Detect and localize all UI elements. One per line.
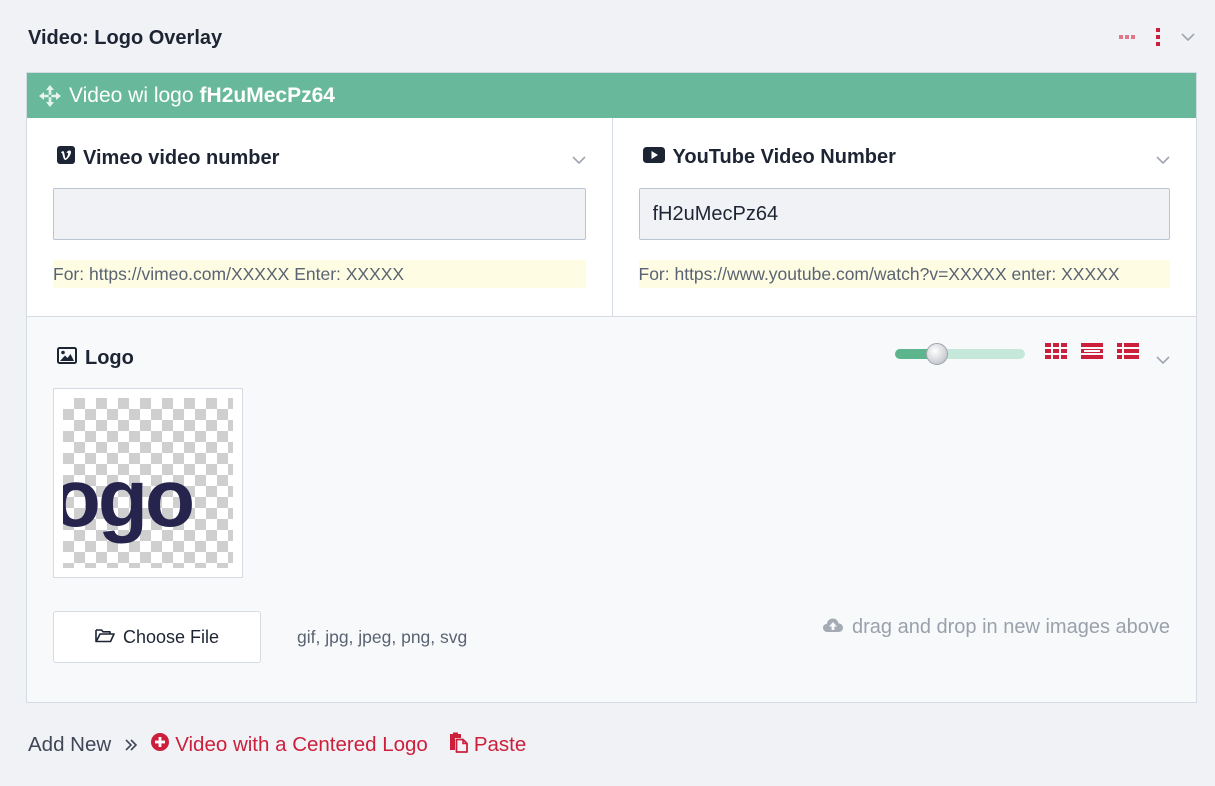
paste-link[interactable]: Paste — [448, 731, 526, 759]
chevron-down-icon[interactable] — [1181, 33, 1195, 41]
video-number-fields: Vimeo video number For: https://vimeo.co… — [27, 118, 1196, 317]
cloud-upload-icon — [822, 616, 844, 639]
youtube-input[interactable] — [638, 188, 1170, 240]
add-new-bar: Add New Video with a Centered Logo Paste — [28, 731, 526, 759]
vimeo-hint: For: https://vimeo.com/XXXXX Enter: XXXX… — [53, 260, 586, 288]
youtube-field-group: YouTube Video Number For: https://www.yo… — [611, 118, 1197, 316]
block-title: Video: Logo Overlay — [28, 27, 223, 49]
drag-drop-hint: drag and drop in new images above — [822, 616, 1170, 639]
youtube-hint: For: https://www.youtube.com/watch?v=XXX… — [638, 260, 1170, 288]
move-icon[interactable] — [39, 84, 61, 107]
chevron-down-icon[interactable] — [1156, 351, 1170, 369]
logo-image-text: logo — [63, 453, 192, 544]
view-mode-icons — [1045, 343, 1139, 359]
logo-label: Logo — [57, 347, 134, 370]
header-actions — [1119, 28, 1195, 46]
vimeo-input[interactable] — [53, 188, 586, 240]
list-view-icon[interactable] — [1117, 343, 1139, 359]
logo-thumbnail[interactable]: logo — [53, 388, 243, 578]
image-icon — [57, 347, 77, 370]
card-bar-title: Video wi logo — [69, 83, 194, 107]
folder-open-icon — [95, 627, 115, 648]
plus-circle-icon — [151, 733, 170, 757]
card-bar-video-id: fH2uMecPz64 — [199, 83, 335, 107]
slider-thumb[interactable] — [925, 343, 948, 365]
grid-view-icon[interactable] — [1045, 343, 1067, 359]
choose-file-label: Choose File — [122, 626, 220, 647]
youtube-label-text: YouTube Video Number — [672, 146, 896, 168]
paste-icon — [448, 731, 468, 759]
vimeo-icon — [57, 146, 75, 170]
thumbnail-size-slider[interactable] — [895, 343, 1025, 365]
vimeo-field-group: Vimeo video number For: https://vimeo.co… — [27, 118, 612, 316]
allowed-filetypes: gif, jpg, jpeg, png, svg — [297, 627, 468, 647]
card-drag-bar[interactable]: Video wi logo fH2uMecPz64 — [27, 73, 1196, 118]
youtube-icon — [642, 146, 665, 169]
logo-image: logo — [63, 398, 233, 568]
paste-label: Paste — [473, 733, 527, 756]
logo-section: Logo ogo Choose File gif, jpg, jpeg, png… — [27, 317, 1196, 702]
double-chevron-right-icon — [125, 739, 138, 751]
more-horizontal-icon[interactable] — [1119, 34, 1135, 40]
chevron-down-icon[interactable] — [1156, 151, 1170, 169]
more-vertical-icon[interactable] — [1155, 28, 1161, 46]
choose-file-button[interactable]: Choose File — [53, 611, 261, 663]
add-centered-logo-link[interactable]: Video with a Centered Logo — [151, 733, 428, 757]
drag-drop-text: drag and drop in new images above — [852, 616, 1170, 638]
vimeo-label: Vimeo video number — [57, 146, 279, 170]
logo-label-text: Logo — [85, 347, 134, 369]
youtube-label: YouTube Video Number — [642, 146, 896, 169]
chevron-down-icon[interactable] — [571, 151, 586, 169]
video-block-card: Video wi logo fH2uMecPz64 Vimeo video nu… — [26, 72, 1197, 703]
add-new-label: Add New — [28, 733, 112, 756]
add-centered-logo-label: Video with a Centered Logo — [175, 733, 428, 756]
page: Video: Logo Overlay Video wi logo fH2uMe… — [0, 0, 1215, 786]
rows-view-icon[interactable] — [1081, 343, 1103, 359]
vimeo-label-text: Vimeo video number — [83, 146, 280, 169]
